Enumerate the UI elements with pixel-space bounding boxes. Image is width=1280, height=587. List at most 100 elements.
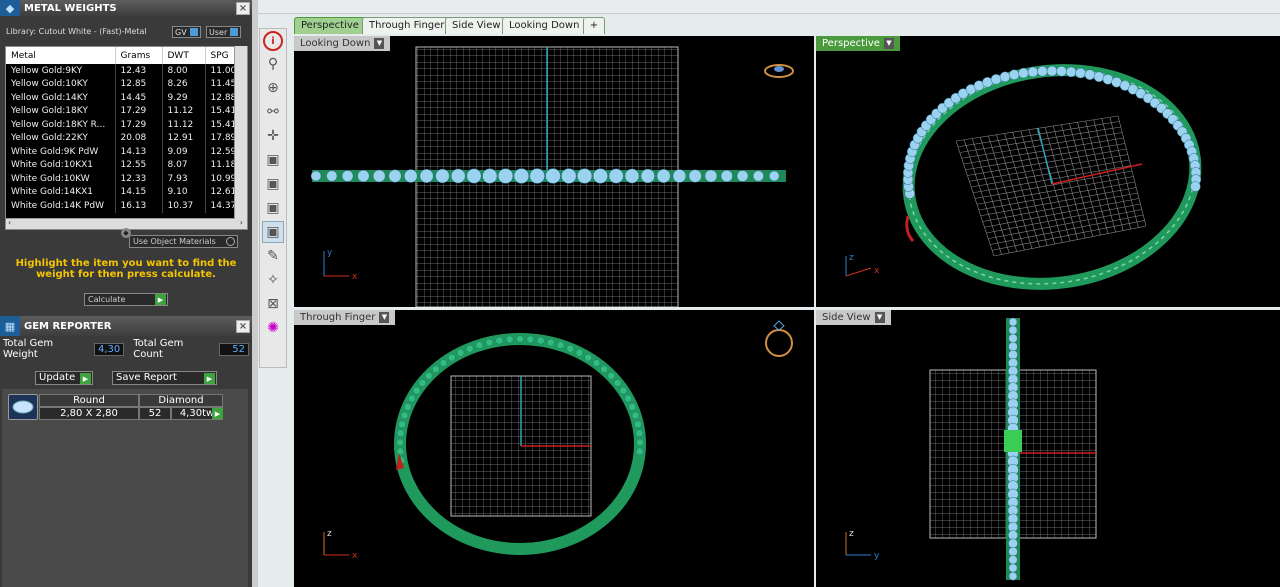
table-row[interactable]: Yellow Gold:18KY R... 17.29 11.12 15.41 <box>6 118 247 132</box>
dropdown-icon[interactable]: ▼ <box>374 38 385 49</box>
calculate-button[interactable]: Calculate ▶ <box>84 293 168 306</box>
viewport-label-perspective[interactable]: Perspective ▼ <box>816 36 900 51</box>
vertical-scrollbar[interactable] <box>234 46 247 219</box>
viewport-label-through-finger[interactable]: Through Finger ▼ <box>294 310 396 325</box>
gem-count: 52 <box>139 407 171 420</box>
table-cell: 14.13 <box>115 145 163 159</box>
axis-x-label: x <box>352 551 358 561</box>
table-cell: 11.12 <box>162 118 206 132</box>
add-tab-icon[interactable]: + <box>583 17 605 34</box>
metal-weights-title: METAL WEIGHTS <box>24 2 117 14</box>
light-icon[interactable]: ✎ <box>262 245 284 267</box>
gem-reporter-header: ▦ GEM REPORTER × <box>0 316 252 336</box>
tab-perspective[interactable]: Perspective <box>294 17 366 34</box>
round-diamond-icon <box>8 394 38 420</box>
gem-material: Diamond <box>139 394 223 407</box>
col-metal[interactable]: Metal <box>6 47 116 64</box>
table-cell: Yellow Gold:18KY R... <box>6 118 116 132</box>
table-cell: White Gold:14KX1 <box>6 185 116 199</box>
table-cell: White Gold:9K PdW <box>6 145 116 159</box>
use-object-materials-checkbox[interactable]: Use Object Materials <box>129 235 238 248</box>
table-cell: White Gold:14K PdW <box>6 199 116 213</box>
table-cell: 17.29 <box>115 104 163 118</box>
viewport-label-looking-down[interactable]: Looking Down ▼ <box>294 36 391 51</box>
total-gem-count-label: Total Gem Count <box>133 338 184 360</box>
ring-thumbnail-icon <box>764 64 794 78</box>
table-row[interactable]: Yellow Gold:10KY 12.85 8.26 11.45 <box>6 77 247 91</box>
table-row[interactable]: White Gold:14K PdW 16.13 10.37 14.37 <box>6 199 247 213</box>
play-icon: ▶ <box>155 294 166 305</box>
ring-front-thumbnail-icon <box>765 320 793 357</box>
table-cell: Yellow Gold:14KY <box>6 91 116 105</box>
total-gem-weight-value: 4,30 <box>93 342 125 356</box>
col-grams[interactable]: Grams <box>115 47 163 64</box>
side-view-canvas: z y <box>845 317 1097 581</box>
tab-looking-down[interactable]: Looking Down <box>502 17 587 34</box>
table-cell: 12.43 <box>115 64 163 78</box>
total-gem-weight-label: Total Gem Weight <box>3 338 54 360</box>
render-icon[interactable]: ✧ <box>262 269 284 291</box>
dropdown-icon[interactable]: ▼ <box>379 312 390 323</box>
settings-icon[interactable]: ✺ <box>262 317 284 339</box>
table-row[interactable]: Yellow Gold:18KY 17.29 11.12 15.41 <box>6 104 247 118</box>
table-cell: 16.13 <box>115 199 163 213</box>
dropdown-icon[interactable]: ▼ <box>874 312 885 323</box>
gem-reporter-title: GEM REPORTER <box>24 320 112 332</box>
table-cell: Yellow Gold:9KY <box>6 64 116 78</box>
table-cell: 12.55 <box>115 158 163 172</box>
axis-y-label: y <box>327 248 333 258</box>
gem-go-icon[interactable]: ▶ <box>212 408 223 419</box>
gem-row[interactable]: Round Diamond 2,80 X 2,80 52 4,30tw <box>39 394 223 420</box>
cube-perspective-icon[interactable]: ▣ <box>262 221 284 243</box>
rotate-icon[interactable]: ⚲ <box>262 53 284 75</box>
table-row[interactable]: Yellow Gold:22KY 20.08 12.91 17.89 <box>6 131 247 145</box>
gem-reporter-icon: ▦ <box>0 316 20 336</box>
viewport-side-view[interactable]: z y Side View ▼ <box>816 310 1280 587</box>
table-cell: 11.12 <box>162 104 206 118</box>
table-cell: 14.15 <box>115 185 163 199</box>
play-icon: ▶ <box>80 373 91 384</box>
axis-icon[interactable]: ✛ <box>262 125 284 147</box>
table-row[interactable]: Yellow Gold:14KY 14.45 9.29 12.88 <box>6 91 247 105</box>
radio-icon <box>226 237 235 246</box>
top-strip <box>258 0 1280 14</box>
viewport-through-finger[interactable]: z x Through Finger ▼ <box>294 310 814 587</box>
perspective-canvas: z x <box>845 64 1202 290</box>
axis-x-label: x <box>874 266 880 276</box>
orbit-icon[interactable]: ⊕ <box>262 77 284 99</box>
scroll-right-icon[interactable]: › <box>240 218 243 227</box>
save-report-button[interactable]: Save Report ▶ <box>112 371 217 385</box>
close-icon[interactable]: × <box>236 319 250 333</box>
table-row[interactable]: Yellow Gold:9KY 12.43 8.00 11.00 <box>6 64 247 78</box>
gv-toggle[interactable]: GV <box>172 26 201 38</box>
play-icon: ▶ <box>204 373 215 384</box>
tab-through-finger[interactable]: Through Finger <box>362 17 452 34</box>
wire-icon[interactable]: ⊠ <box>262 293 284 315</box>
pan-icon[interactable]: ⚯ <box>262 101 284 123</box>
cube-side-icon[interactable]: ▣ <box>262 197 284 219</box>
viewport-perspective[interactable]: z x Perspective ▼ <box>816 36 1280 307</box>
through-finger-canvas: z x <box>323 320 793 561</box>
table-row[interactable]: White Gold:14KX1 14.15 9.10 12.61 <box>6 185 247 199</box>
user-toggle[interactable]: User <box>206 26 242 38</box>
scroll-left-icon[interactable]: ‹ <box>8 218 11 227</box>
table-row[interactable]: White Gold:10KW 12.33 7.93 10.99 <box>6 172 247 186</box>
table-cell: Yellow Gold:18KY <box>6 104 116 118</box>
axis-z-label: z <box>849 253 854 263</box>
axis-z-label: z <box>849 529 854 539</box>
info-icon[interactable]: i <box>263 31 283 51</box>
table-cell: 7.93 <box>162 172 206 186</box>
library-label: Library: Cutout White - (Fast)-Metal <box>6 26 147 36</box>
update-button[interactable]: Update ▶ <box>35 371 93 385</box>
table-row[interactable]: White Gold:10KX1 12.55 8.07 11.18 <box>6 158 247 172</box>
col-dwt[interactable]: DWT <box>162 47 206 64</box>
tab-side-view[interactable]: Side View <box>445 17 508 34</box>
cube-top-icon[interactable]: ▣ <box>262 173 284 195</box>
close-icon[interactable]: × <box>236 1 250 15</box>
viewport-label-side-view[interactable]: Side View ▼ <box>816 310 891 325</box>
cube-front-icon[interactable]: ▣ <box>262 149 284 171</box>
table-row[interactable]: White Gold:9K PdW 14.13 9.09 12.59 <box>6 145 247 159</box>
metal-weights-header: ◆ METAL WEIGHTS × <box>0 0 252 16</box>
viewport-looking-down[interactable]: y x Looking Down ▼ <box>294 36 814 307</box>
dropdown-icon[interactable]: ▼ <box>883 38 894 49</box>
